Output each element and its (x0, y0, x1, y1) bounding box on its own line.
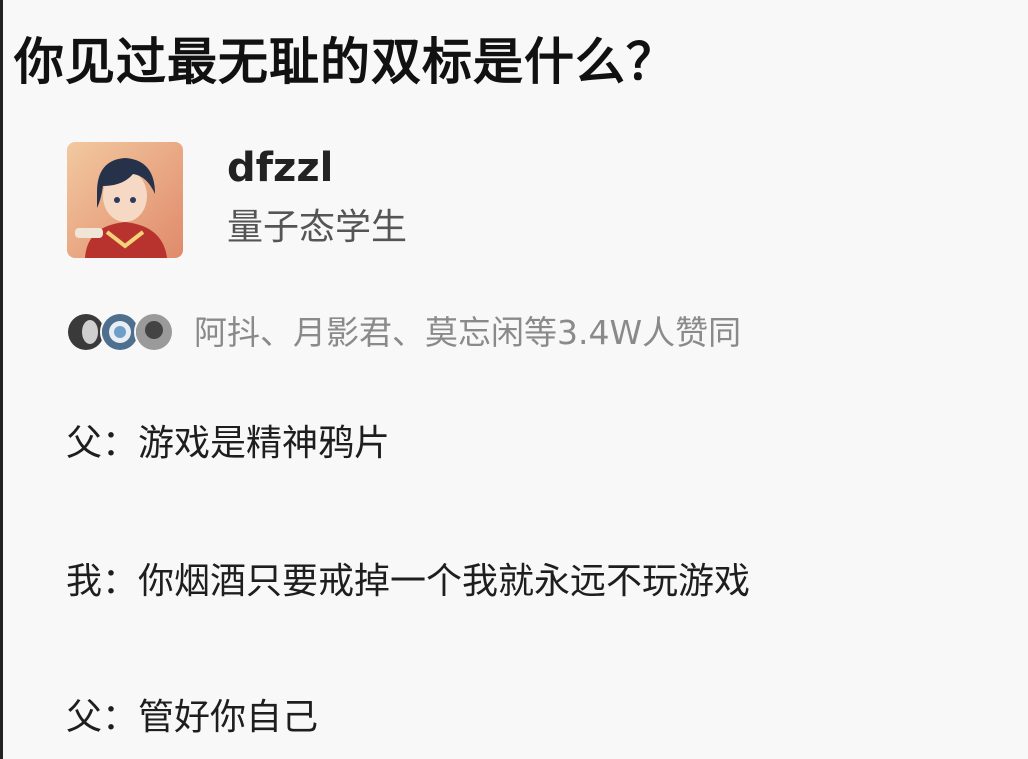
speaker-separator: ： (102, 697, 139, 738)
voter-avatars (66, 308, 182, 352)
speaker-label: 父 (66, 697, 103, 738)
left-border (0, 0, 3, 759)
speaker-label: 我 (66, 561, 103, 602)
speaker-label: 父 (66, 423, 103, 464)
dialogue-text: 管好你自己 (138, 697, 319, 738)
avatar-illustration (67, 142, 183, 258)
author-info: dfzzl 量子态学生 (227, 144, 407, 250)
author-headline: 量子态学生 (227, 207, 408, 248)
speaker-separator: ： (102, 423, 139, 464)
author-name[interactable]: dfzzl (227, 144, 407, 192)
dialogue-text: 你烟酒只要戒掉一个我就永远不玩游戏 (138, 561, 751, 602)
author-avatar[interactable] (67, 142, 183, 258)
dialogue-line: 父：游戏是精神鸦片 (66, 414, 390, 466)
dialogue-text: 游戏是精神鸦片 (138, 423, 391, 464)
upvote-summary[interactable]: 阿抖、月影君、莫忘闲等3.4W人赞同 (66, 306, 741, 354)
upvote-text: 阿抖、月影君、莫忘闲等3.4W人赞同 (194, 313, 742, 352)
answer-page: 你见过最无耻的双标是什么？ dfzzl 量子态学生 阿抖、月影君、莫忘闲等3.4… (0, 0, 1028, 759)
voter-avatar (134, 312, 174, 352)
question-title[interactable]: 你见过最无耻的双标是什么？ (14, 22, 677, 94)
author-card: dfzzl 量子态学生 (67, 142, 407, 258)
speaker-separator: ： (102, 561, 139, 602)
dialogue-line: 我：你烟酒只要戒掉一个我就永远不玩游戏 (66, 552, 750, 604)
dialogue-line: 父：管好你自己 (66, 688, 318, 740)
